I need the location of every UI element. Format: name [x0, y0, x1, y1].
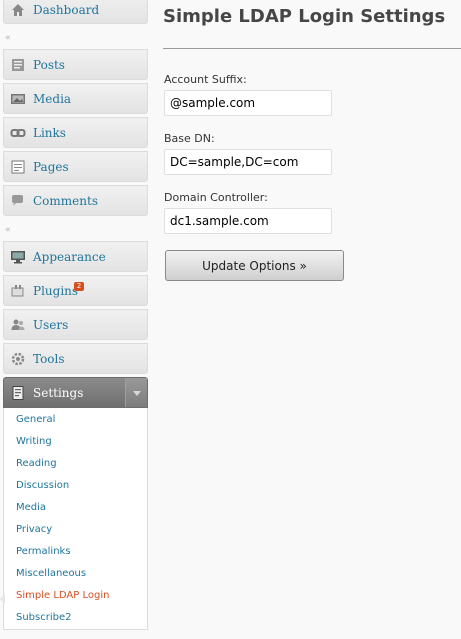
submenu-toggle[interactable]	[125, 378, 147, 407]
menu-label-media: Media	[33, 91, 72, 106]
users-icon	[10, 317, 26, 333]
tools-icon	[10, 351, 26, 367]
settings-submenu: General Writing Reading Discussion Media…	[0, 408, 148, 630]
submenu-item-subscribe2[interactable]: Subscribe2	[16, 611, 72, 625]
dashboard-icon	[10, 2, 26, 18]
account-suffix-label: Account Suffix:	[164, 73, 247, 86]
current-item-marker	[0, 594, 5, 604]
title-divider	[163, 48, 461, 49]
menu-item-comments[interactable]: Comments	[3, 185, 148, 216]
plugins-icon	[10, 283, 26, 299]
posts-icon	[10, 57, 26, 73]
chevron-down-icon	[132, 386, 141, 400]
submenu-item-media[interactable]: Media	[16, 501, 46, 515]
menu-item-pages[interactable]: Pages	[3, 151, 148, 182]
menu-separator: «	[3, 223, 148, 237]
submenu-item-permalinks[interactable]: Permalinks	[16, 545, 71, 559]
submenu-item-general[interactable]: General	[16, 413, 55, 427]
menu-item-media[interactable]: Media	[3, 83, 148, 114]
submenu-item-simple-ldap-login[interactable]: Simple LDAP Login	[16, 589, 109, 603]
separator-arrow-icon: «	[5, 33, 10, 43]
submenu-item-miscellaneous[interactable]: Miscellaneous	[16, 567, 86, 581]
menu-label-dashboard: Dashboard	[33, 2, 100, 17]
menu-label-appearance: Appearance	[33, 249, 106, 264]
menu-item-appearance[interactable]: Appearance	[3, 241, 148, 272]
menu-item-tools[interactable]: Tools	[3, 343, 148, 374]
menu-label-posts: Posts	[33, 57, 65, 72]
page-title: Simple LDAP Login Settings	[163, 6, 446, 27]
domain-controller-label: Domain Controller:	[164, 191, 268, 204]
media-icon	[10, 91, 26, 107]
menu-item-dashboard[interactable]: Dashboard	[3, 0, 148, 24]
menu-item-settings[interactable]: Settings	[3, 377, 148, 408]
menu-label-pages: Pages	[33, 159, 69, 174]
menu-item-plugins[interactable]: Plugins 2	[3, 275, 148, 306]
submenu-item-writing[interactable]: Writing	[16, 435, 52, 449]
separator-arrow-icon: «	[5, 225, 10, 235]
menu-item-posts[interactable]: Posts	[3, 49, 148, 80]
links-icon	[10, 125, 26, 141]
menu-item-links[interactable]: Links	[3, 117, 148, 148]
appearance-icon	[10, 249, 26, 265]
menu-label-links: Links	[33, 125, 66, 140]
submenu-item-reading[interactable]: Reading	[16, 457, 57, 471]
menu-label-comments: Comments	[33, 193, 98, 208]
plugins-update-badge: 2	[74, 282, 84, 291]
pages-icon	[10, 159, 26, 175]
menu-label-settings: Settings	[33, 385, 84, 400]
menu-label-tools: Tools	[33, 351, 65, 366]
menu-label-plugins: Plugins	[33, 283, 79, 298]
menu-item-users[interactable]: Users	[3, 309, 148, 340]
account-suffix-input[interactable]: @sample.com	[164, 90, 332, 116]
base-dn-label: Base DN:	[164, 132, 215, 145]
menu-separator: «	[3, 31, 148, 45]
domain-controller-input[interactable]: dc1.sample.com	[164, 208, 332, 234]
admin-sidebar: Dashboard « Posts Media Links Pages Comm…	[0, 0, 148, 639]
base-dn-input[interactable]: DC=sample,DC=com	[164, 149, 332, 175]
menu-label-users: Users	[33, 317, 69, 332]
submenu-item-privacy[interactable]: Privacy	[16, 523, 52, 537]
comments-icon	[10, 193, 26, 209]
submenu-item-discussion[interactable]: Discussion	[16, 479, 69, 493]
settings-icon	[10, 385, 26, 401]
update-options-button[interactable]: Update Options »	[165, 250, 344, 281]
